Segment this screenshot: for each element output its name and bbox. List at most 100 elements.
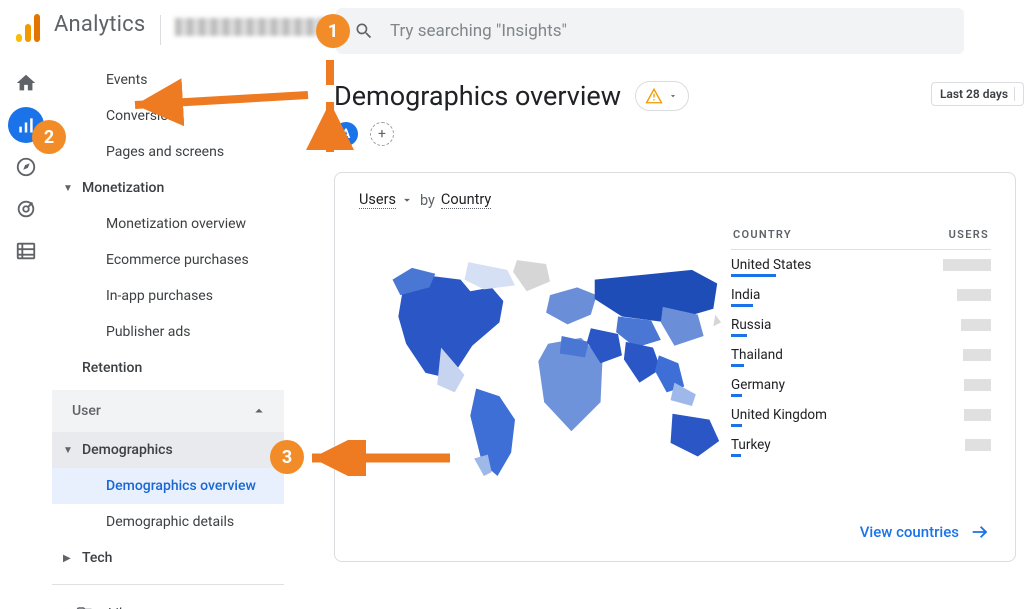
users-value (964, 379, 991, 391)
content-area: Demographics overview Last 28 days A + U… (284, 62, 1024, 609)
property-selector[interactable] (175, 18, 325, 36)
metric-selector[interactable]: Users (359, 191, 396, 209)
table-row[interactable]: Russia (731, 310, 991, 340)
sidebar-item-pages[interactable]: Pages and screens (52, 134, 284, 170)
sidebar-item-label: Demographic details (106, 514, 234, 530)
table-header-dimension: COUNTRY (733, 228, 792, 241)
sidebar-item-monetization-overview[interactable]: Monetization overview (52, 206, 284, 242)
sidebar-section-label: User (72, 403, 101, 419)
sidebar-item-label: Tech (82, 550, 112, 566)
bar-chart-icon (16, 115, 36, 135)
caret-down-icon: ▼ (63, 445, 73, 456)
warning-icon (645, 87, 663, 105)
add-comparison-button[interactable]: + (370, 122, 394, 146)
sidebar-item-demographics-overview[interactable]: Demographics overview (52, 468, 284, 504)
rows-icon (15, 240, 37, 262)
table-row[interactable]: India (731, 280, 991, 310)
table-header-metric: USERS (949, 228, 989, 241)
country-table: COUNTRY USERS United States India Russia Th… (731, 228, 991, 460)
chevron-down-icon (668, 91, 678, 101)
users-value (963, 349, 991, 361)
rail-configure[interactable] (0, 230, 52, 272)
search-bar[interactable]: Try searching "Insights" (336, 8, 964, 54)
country-name: Germany (731, 377, 785, 393)
rail-explore[interactable] (0, 146, 52, 188)
ga-logo-icon (14, 12, 42, 48)
caret-down-icon: ▼ (63, 183, 73, 194)
nav-rail (0, 62, 52, 609)
users-value (965, 439, 991, 451)
sidebar-item-label: Ecommerce purchases (106, 252, 249, 268)
table-row[interactable]: Germany (731, 370, 991, 400)
table-row[interactable]: Turkey (731, 430, 991, 460)
sidebar-item-label: In-app purchases (106, 288, 213, 304)
sidebar-group-monetization[interactable]: ▼ Monetization (52, 170, 284, 206)
sidebar-item-conversions[interactable]: Conversions (52, 98, 284, 134)
chevron-up-icon (250, 402, 268, 420)
value-bar (731, 394, 742, 397)
users-value (957, 289, 991, 301)
arrow-right-icon (969, 521, 991, 543)
users-by-country-card: Users by Country (334, 172, 1016, 562)
sidebar-item-demographic-details[interactable]: Demographic details (52, 504, 284, 540)
sidebar-item-label: Monetization (82, 180, 164, 196)
country-name: United Kingdom (731, 407, 827, 423)
view-countries-link[interactable]: View countries (860, 521, 991, 543)
sidebar-item-label: Demographics overview (106, 478, 256, 494)
date-range-picker[interactable]: Last 28 days (931, 82, 1024, 106)
sidebar-item-label: Conversions (106, 108, 183, 124)
users-value (964, 409, 991, 421)
country-name: United States (731, 257, 811, 273)
search-icon (354, 21, 374, 41)
comparison-badge-a[interactable]: A (334, 122, 358, 146)
users-value (961, 319, 991, 331)
sidebar-library[interactable]: Library (52, 593, 284, 609)
report-sidebar: Events Conversions Pages and screens ▼ Mo… (52, 62, 284, 609)
country-name: Thailand (731, 347, 783, 363)
by-label: by (420, 192, 435, 209)
sidebar-section-user[interactable]: User (52, 390, 284, 432)
country-name: Russia (731, 317, 771, 333)
sidebar-item-label: Demographics (82, 442, 173, 458)
dimension-selector[interactable]: Country (441, 191, 491, 209)
country-name: Turkey (731, 437, 771, 453)
value-bar (731, 334, 747, 337)
date-range-label: Last 28 days (940, 87, 1008, 101)
users-value (943, 259, 991, 271)
brand-label: Analytics (54, 12, 145, 37)
sidebar-item-publisher[interactable]: Publisher ads (52, 314, 284, 350)
value-bar (731, 424, 742, 427)
rail-reports[interactable] (0, 104, 52, 146)
sidebar-item-label: Monetization overview (106, 216, 246, 232)
sidebar-group-demographics[interactable]: ▼ Demographics (52, 432, 284, 468)
explore-icon (15, 156, 37, 178)
value-bar (731, 304, 753, 307)
value-bar (731, 364, 744, 367)
chevron-down-icon (400, 193, 414, 207)
sidebar-item-label: Pages and screens (106, 144, 224, 160)
world-choropleth-map[interactable] (375, 253, 725, 488)
table-row[interactable]: United States (731, 250, 991, 280)
page-title: Demographics overview (334, 80, 621, 112)
rail-home[interactable] (0, 62, 52, 104)
value-bar (731, 274, 776, 277)
rail-ads[interactable] (0, 188, 52, 230)
sidebar-group-tech[interactable]: ▶Tech (52, 540, 284, 576)
search-placeholder: Try searching "Insights" (390, 21, 567, 41)
value-bar (731, 454, 741, 457)
home-icon (15, 72, 37, 94)
sidebar-item-inapp[interactable]: In-app purchases (52, 278, 284, 314)
country-name: India (731, 287, 760, 303)
table-row[interactable]: United Kingdom (731, 400, 991, 430)
table-row[interactable]: Thailand (731, 340, 991, 370)
folder-icon (76, 605, 94, 609)
sidebar-item-events[interactable]: Events (52, 62, 284, 98)
sidebar-item-ecommerce[interactable]: Ecommerce purchases (52, 242, 284, 278)
header-separator (160, 15, 161, 45)
sidebar-item-label: Publisher ads (106, 324, 191, 340)
top-bar: Analytics Try searching "Insights" (0, 0, 1024, 62)
data-quality-pill[interactable] (635, 81, 689, 111)
sidebar-group-retention[interactable]: Retention (52, 350, 284, 386)
target-icon (15, 198, 37, 220)
view-countries-label: View countries (860, 523, 959, 541)
